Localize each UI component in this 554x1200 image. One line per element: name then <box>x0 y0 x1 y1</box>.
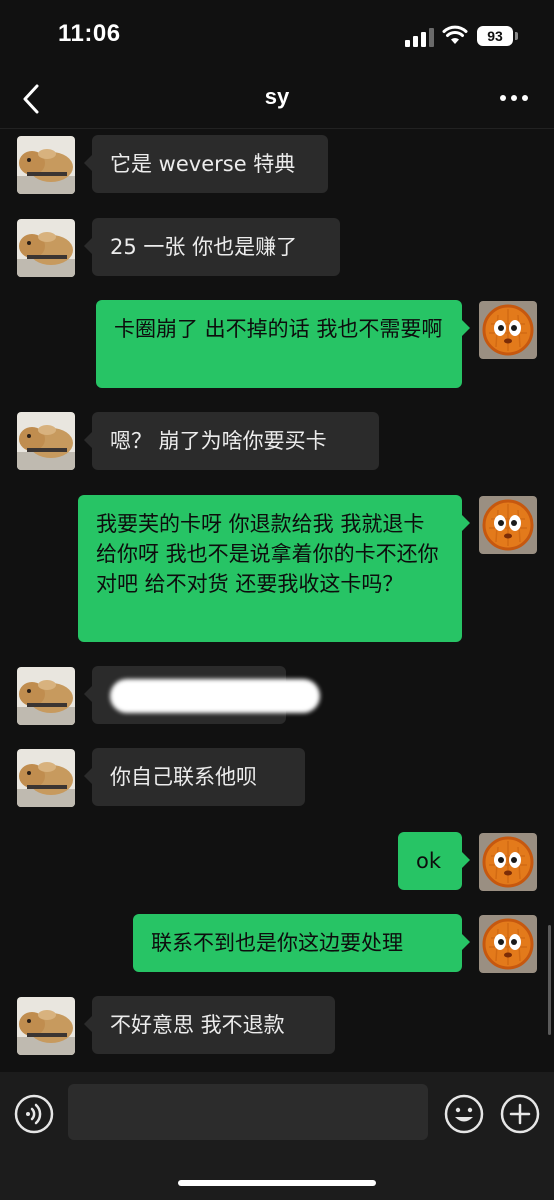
status-bar: 11:06 93 <box>0 0 554 70</box>
nav-bar: sy <box>0 70 554 129</box>
message-input[interactable] <box>68 1084 428 1140</box>
emoji-icon[interactable] <box>444 1094 484 1134</box>
message-bubble[interactable]: 嗯？ 崩了为啥你要买卡 <box>84 412 379 470</box>
avatar[interactable] <box>17 219 75 277</box>
voice-icon[interactable] <box>14 1094 54 1134</box>
message-list[interactable]: 它是 weverse 特典 25 一张 你也是赚了 卡圈崩了 出不掉的话 我也不… <box>0 128 554 1072</box>
message-bubble[interactable]: ok <box>398 832 470 890</box>
avatar[interactable] <box>17 749 75 807</box>
wifi-icon <box>442 25 468 44</box>
avatar[interactable] <box>17 667 75 725</box>
avatar[interactable] <box>479 496 537 554</box>
message-bubble[interactable]: 25 一张 你也是赚了 <box>84 218 340 276</box>
chat-title: sy <box>264 84 290 109</box>
status-time: 11:06 <box>58 20 121 47</box>
signal-icon <box>405 28 434 47</box>
redaction-mark <box>110 679 320 713</box>
message-bubble[interactable]: 不好意思 我不退款 <box>84 996 335 1054</box>
avatar[interactable] <box>17 997 75 1055</box>
message-bubble[interactable]: 卡圈崩了 出不掉的话 我也不需要啊 <box>96 300 470 388</box>
plus-icon[interactable] <box>500 1094 540 1134</box>
home-indicator[interactable] <box>178 1180 376 1186</box>
more-dots-icon[interactable] <box>496 84 532 112</box>
avatar[interactable] <box>479 915 537 973</box>
avatar[interactable] <box>17 412 75 470</box>
scrollbar[interactable] <box>548 925 551 1035</box>
message-bubble[interactable]: 它是 weverse 特典 <box>84 135 328 193</box>
battery-tip <box>515 32 518 40</box>
avatar[interactable] <box>479 301 537 359</box>
message-bubble[interactable]: 我要芙的卡呀 你退款给我 我就退卡给你呀 我也不是说拿着你的卡不还你对吧 给不对… <box>78 495 470 642</box>
chat-screen: 11:06 93 sy 它是 weverse 特典 25 一张 你也是赚了 卡圈… <box>0 0 554 1200</box>
avatar[interactable] <box>479 833 537 891</box>
battery-icon: 93 <box>477 26 513 46</box>
avatar[interactable] <box>17 136 75 194</box>
message-bubble[interactable]: 你自己联系他呗 <box>84 748 305 806</box>
message-bubble[interactable]: 联系不到也是你这边要处理 <box>133 914 470 972</box>
